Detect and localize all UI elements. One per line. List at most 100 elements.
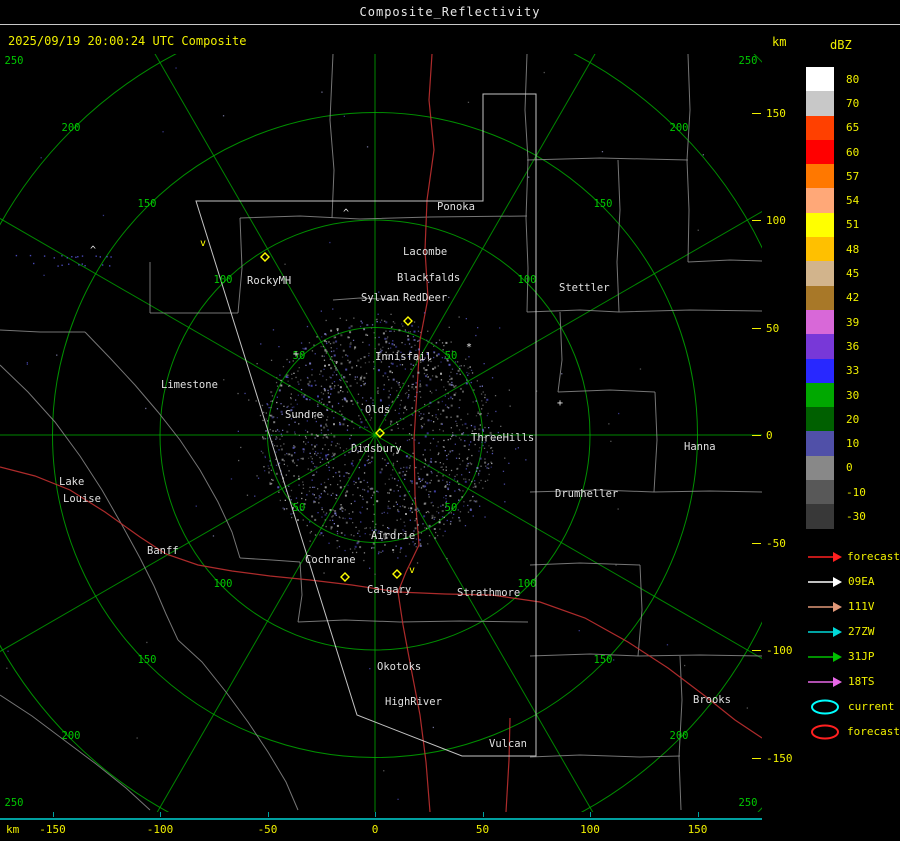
colorbar-swatch bbox=[806, 407, 834, 432]
range-ring-label: 250 bbox=[739, 55, 758, 67]
legend-item: 27ZW bbox=[806, 619, 900, 644]
radar-site-diamond-icon bbox=[392, 569, 402, 579]
colorbar-swatch bbox=[806, 237, 834, 262]
legend-label: 18TS bbox=[848, 675, 875, 688]
colorbar-entry: 42 bbox=[806, 285, 900, 310]
range-ring-label: 150 bbox=[594, 654, 613, 666]
colorbar-value: 60 bbox=[846, 145, 860, 159]
boundary-line bbox=[239, 557, 301, 563]
right-axis-label: 0 bbox=[766, 429, 773, 442]
range-ring-label: 150 bbox=[594, 198, 613, 210]
colorbar-value: 39 bbox=[846, 315, 860, 329]
colorbar-value: 48 bbox=[846, 242, 860, 256]
city-label: Hanna bbox=[684, 441, 716, 453]
highway-line bbox=[397, 591, 762, 739]
colorbar-entry: 20 bbox=[806, 407, 900, 432]
city-label: Ponoka bbox=[437, 201, 475, 213]
bottom-axis-label: -150 bbox=[39, 823, 66, 836]
bottom-axis-tick bbox=[160, 812, 161, 817]
boundary-line bbox=[686, 54, 691, 263]
boundary-line bbox=[297, 561, 303, 623]
range-ring-label: 50 bbox=[445, 502, 458, 514]
right-axis-label: -150 bbox=[766, 751, 793, 765]
colorbar-entry: 48 bbox=[806, 237, 900, 262]
boundary-line bbox=[177, 639, 299, 811]
colorbar-swatch bbox=[806, 164, 834, 189]
range-ring-label: 250 bbox=[739, 797, 758, 809]
colorbar-entry: -10 bbox=[806, 480, 900, 505]
boundary-line bbox=[84, 331, 241, 559]
colorbar-value: 45 bbox=[846, 267, 860, 281]
colorbar-swatch bbox=[806, 358, 834, 383]
right-axis-tick bbox=[752, 435, 761, 436]
colorbar-swatch bbox=[806, 188, 834, 213]
range-ring-label: 200 bbox=[670, 122, 689, 134]
colorbar-entry: 65 bbox=[806, 115, 900, 140]
boundary-line bbox=[557, 389, 656, 393]
colorbar-entry: 30 bbox=[806, 382, 900, 408]
colorbar-entry: 33 bbox=[806, 358, 900, 383]
boundary-line bbox=[526, 157, 689, 161]
marker-layer: v v + * ^ ^ + bbox=[90, 208, 563, 582]
boundary-line bbox=[0, 329, 85, 333]
colorbar-entry: 0 bbox=[806, 455, 900, 481]
colorbar-swatch bbox=[806, 139, 834, 165]
right-axis-unit: km bbox=[772, 35, 787, 49]
range-ring-label: 200 bbox=[670, 730, 689, 742]
right-axis-tick bbox=[752, 327, 761, 329]
colorbar-swatch bbox=[806, 115, 834, 140]
city-label: Airdrie bbox=[371, 530, 415, 542]
right-axis-label: -100 bbox=[766, 644, 793, 657]
range-ring-label: 150 bbox=[138, 654, 157, 666]
legend-label: 09EA bbox=[848, 575, 875, 588]
range-ring-label: 50 bbox=[293, 502, 306, 514]
boundary-line bbox=[637, 564, 643, 657]
range-ring-label: 50 bbox=[445, 350, 458, 362]
colorbar-value: 51 bbox=[846, 218, 860, 232]
station-mark-icon: v bbox=[200, 238, 206, 249]
right-axis-label: 100 bbox=[766, 214, 786, 227]
city-label: Sylvan bbox=[361, 292, 399, 304]
radar-site-diamond-icon bbox=[260, 252, 270, 262]
range-ring-label: 200 bbox=[62, 730, 81, 742]
city-label: Limestone bbox=[161, 379, 218, 391]
range-grid-layer bbox=[0, 54, 762, 812]
colorbar-swatch bbox=[806, 261, 834, 286]
legend-arrow-icon bbox=[808, 601, 842, 612]
right-axis-tick bbox=[752, 112, 761, 114]
city-label: Brooks bbox=[693, 694, 731, 706]
colorbar-entry: 45 bbox=[806, 261, 900, 286]
bottom-axis-label: 150 bbox=[687, 823, 708, 836]
city-label: Okotoks bbox=[377, 661, 421, 673]
colorbar-swatch bbox=[806, 382, 834, 408]
city-label: Stettler bbox=[559, 282, 610, 294]
station-mark-icon: ^ bbox=[343, 208, 349, 219]
timestamp: 2025/09/19 20:00:24 UTC Composite bbox=[8, 34, 247, 48]
boundary-line bbox=[653, 391, 658, 493]
colorbar-value: 33 bbox=[846, 364, 860, 378]
road-layer bbox=[0, 54, 762, 812]
bottom-axis-tick bbox=[697, 812, 699, 817]
legend-arrow-icon bbox=[808, 651, 842, 662]
bottom-axis-tick bbox=[375, 812, 376, 817]
legend-label: forecast bbox=[847, 725, 900, 738]
colorbar-swatch bbox=[806, 212, 834, 238]
colorbar-value: 0 bbox=[846, 461, 853, 475]
legend: forecast 09EA 111V 27ZW 31JP 18TS current forec… bbox=[806, 544, 900, 744]
city-label: Calgary bbox=[367, 584, 411, 596]
legend-item: 111V bbox=[806, 594, 900, 619]
colorbar-swatch bbox=[806, 91, 834, 116]
legend-label: forecast bbox=[847, 550, 900, 563]
bottom-axis-label: 100 bbox=[580, 823, 600, 836]
colorbar-swatch bbox=[806, 285, 834, 310]
range-ring-label: 250 bbox=[5, 55, 24, 67]
bottom-axis-tick bbox=[52, 812, 54, 817]
bottom-axis-unit: km bbox=[6, 823, 20, 836]
right-axis-tick bbox=[752, 542, 761, 544]
radar-map[interactable]: 50 100 150 200 250 50 100 150 200 250 50 100 150 200 2… bbox=[0, 54, 762, 812]
colorbar-value: 57 bbox=[846, 169, 860, 183]
boundary-line bbox=[329, 54, 335, 219]
boundary-line bbox=[239, 215, 528, 220]
colorbar-entry: 80 bbox=[806, 67, 900, 92]
right-axis-tick bbox=[752, 757, 761, 759]
